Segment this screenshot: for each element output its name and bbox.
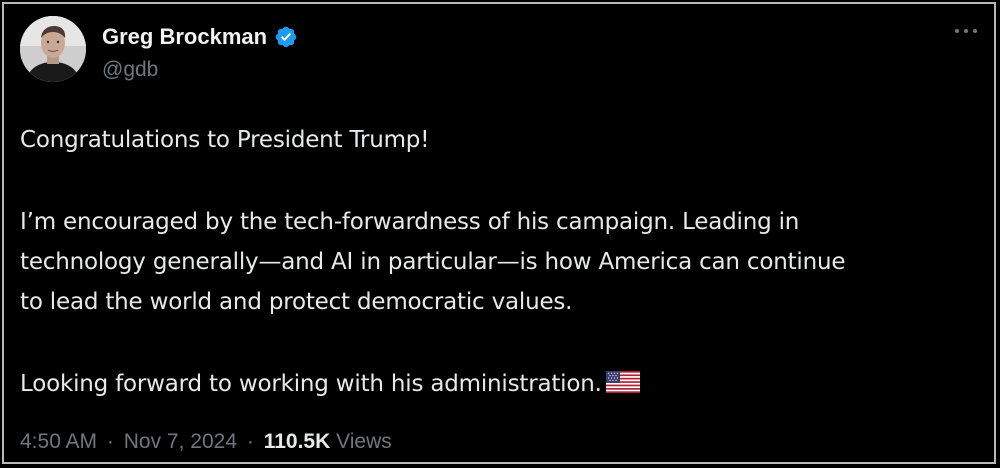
tweet-line-2: I’m encouraged by the tech-forwardness o… (20, 209, 800, 235)
tweet-time[interactable]: 4:50 AM (20, 430, 97, 453)
author-name-row[interactable]: Greg Brockman (102, 24, 298, 50)
author-handle[interactable]: @gdb (102, 58, 158, 82)
tweet-line-5-row: Looking forward to working with his admi… (20, 364, 990, 404)
author-display-name[interactable]: Greg Brockman (102, 24, 267, 50)
views-count[interactable]: 110.5K (264, 430, 331, 453)
tweet-line-5: Looking forward to working with his admi… (20, 371, 602, 397)
tweet-line-1: Congratulations to President Trump! (20, 127, 430, 153)
more-options-icon[interactable] (952, 24, 980, 38)
tweet-body: Congratulations to President Trump! I’m … (20, 120, 990, 404)
meta-separator: · (106, 430, 114, 453)
views-label: Views (336, 430, 392, 453)
tweet-meta: 4:50 AM · Nov 7, 2024 · 110.5K Views (20, 430, 392, 454)
tweet-date[interactable]: Nov 7, 2024 (124, 430, 237, 453)
tweet-card: Greg Brockman @gdb Congratulations to Pr… (2, 2, 996, 464)
tweet-line-4: to lead the world and protect democratic… (20, 289, 573, 315)
us-flag-icon (605, 371, 640, 393)
avatar[interactable] (20, 16, 86, 82)
verified-badge-icon (275, 26, 297, 48)
avatar-photo (20, 16, 86, 82)
meta-separator-2: · (246, 430, 254, 453)
tweet-line-3: technology generally—and AI in particula… (20, 249, 846, 275)
